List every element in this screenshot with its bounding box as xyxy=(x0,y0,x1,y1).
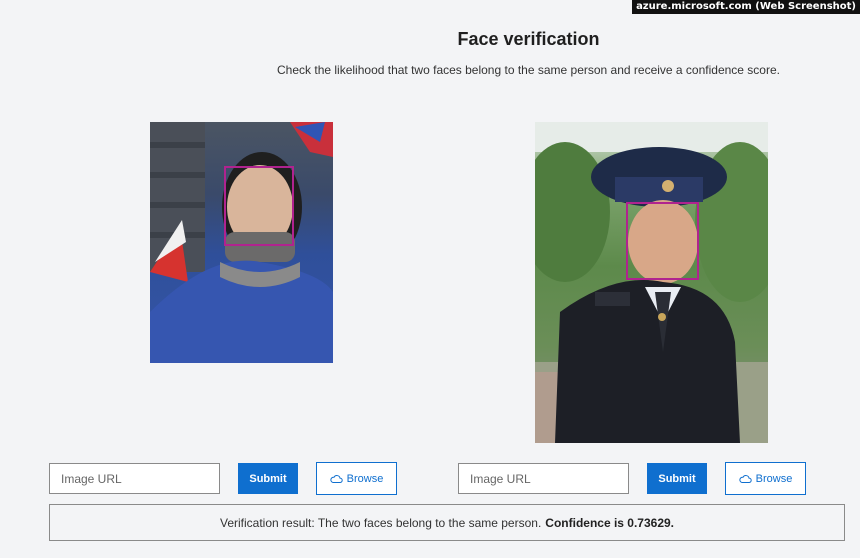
result-text: Verification result: The two faces belon… xyxy=(219,515,542,530)
verification-result: Verification result: The two faces belon… xyxy=(49,504,845,541)
right-browse-label: Browse xyxy=(755,472,793,485)
right-image-url-input[interactable] xyxy=(458,463,629,494)
source-watermark: azure.microsoft.com (Web Screenshot) xyxy=(632,0,860,14)
left-browse-button[interactable]: Browse xyxy=(316,462,397,495)
left-browse-label: Browse xyxy=(346,472,384,485)
right-submit-button[interactable]: Submit xyxy=(647,463,707,494)
left-face-image xyxy=(150,122,333,363)
left-submit-button[interactable]: Submit xyxy=(238,463,298,494)
right-face-image xyxy=(535,122,768,443)
cloud-upload-icon xyxy=(739,475,752,483)
left-image-url-input[interactable] xyxy=(49,463,220,494)
left-face-bounding-box xyxy=(224,166,294,246)
confidence-score: Confidence is 0.73629. xyxy=(545,515,675,530)
page-title: Face verification xyxy=(457,29,600,49)
right-browse-button[interactable]: Browse xyxy=(725,462,806,495)
cloud-upload-icon xyxy=(330,475,343,483)
right-face-bounding-box xyxy=(626,202,699,280)
right-photo-illustration xyxy=(535,122,768,443)
page-subtitle: Check the likelihood that two faces belo… xyxy=(277,63,780,77)
